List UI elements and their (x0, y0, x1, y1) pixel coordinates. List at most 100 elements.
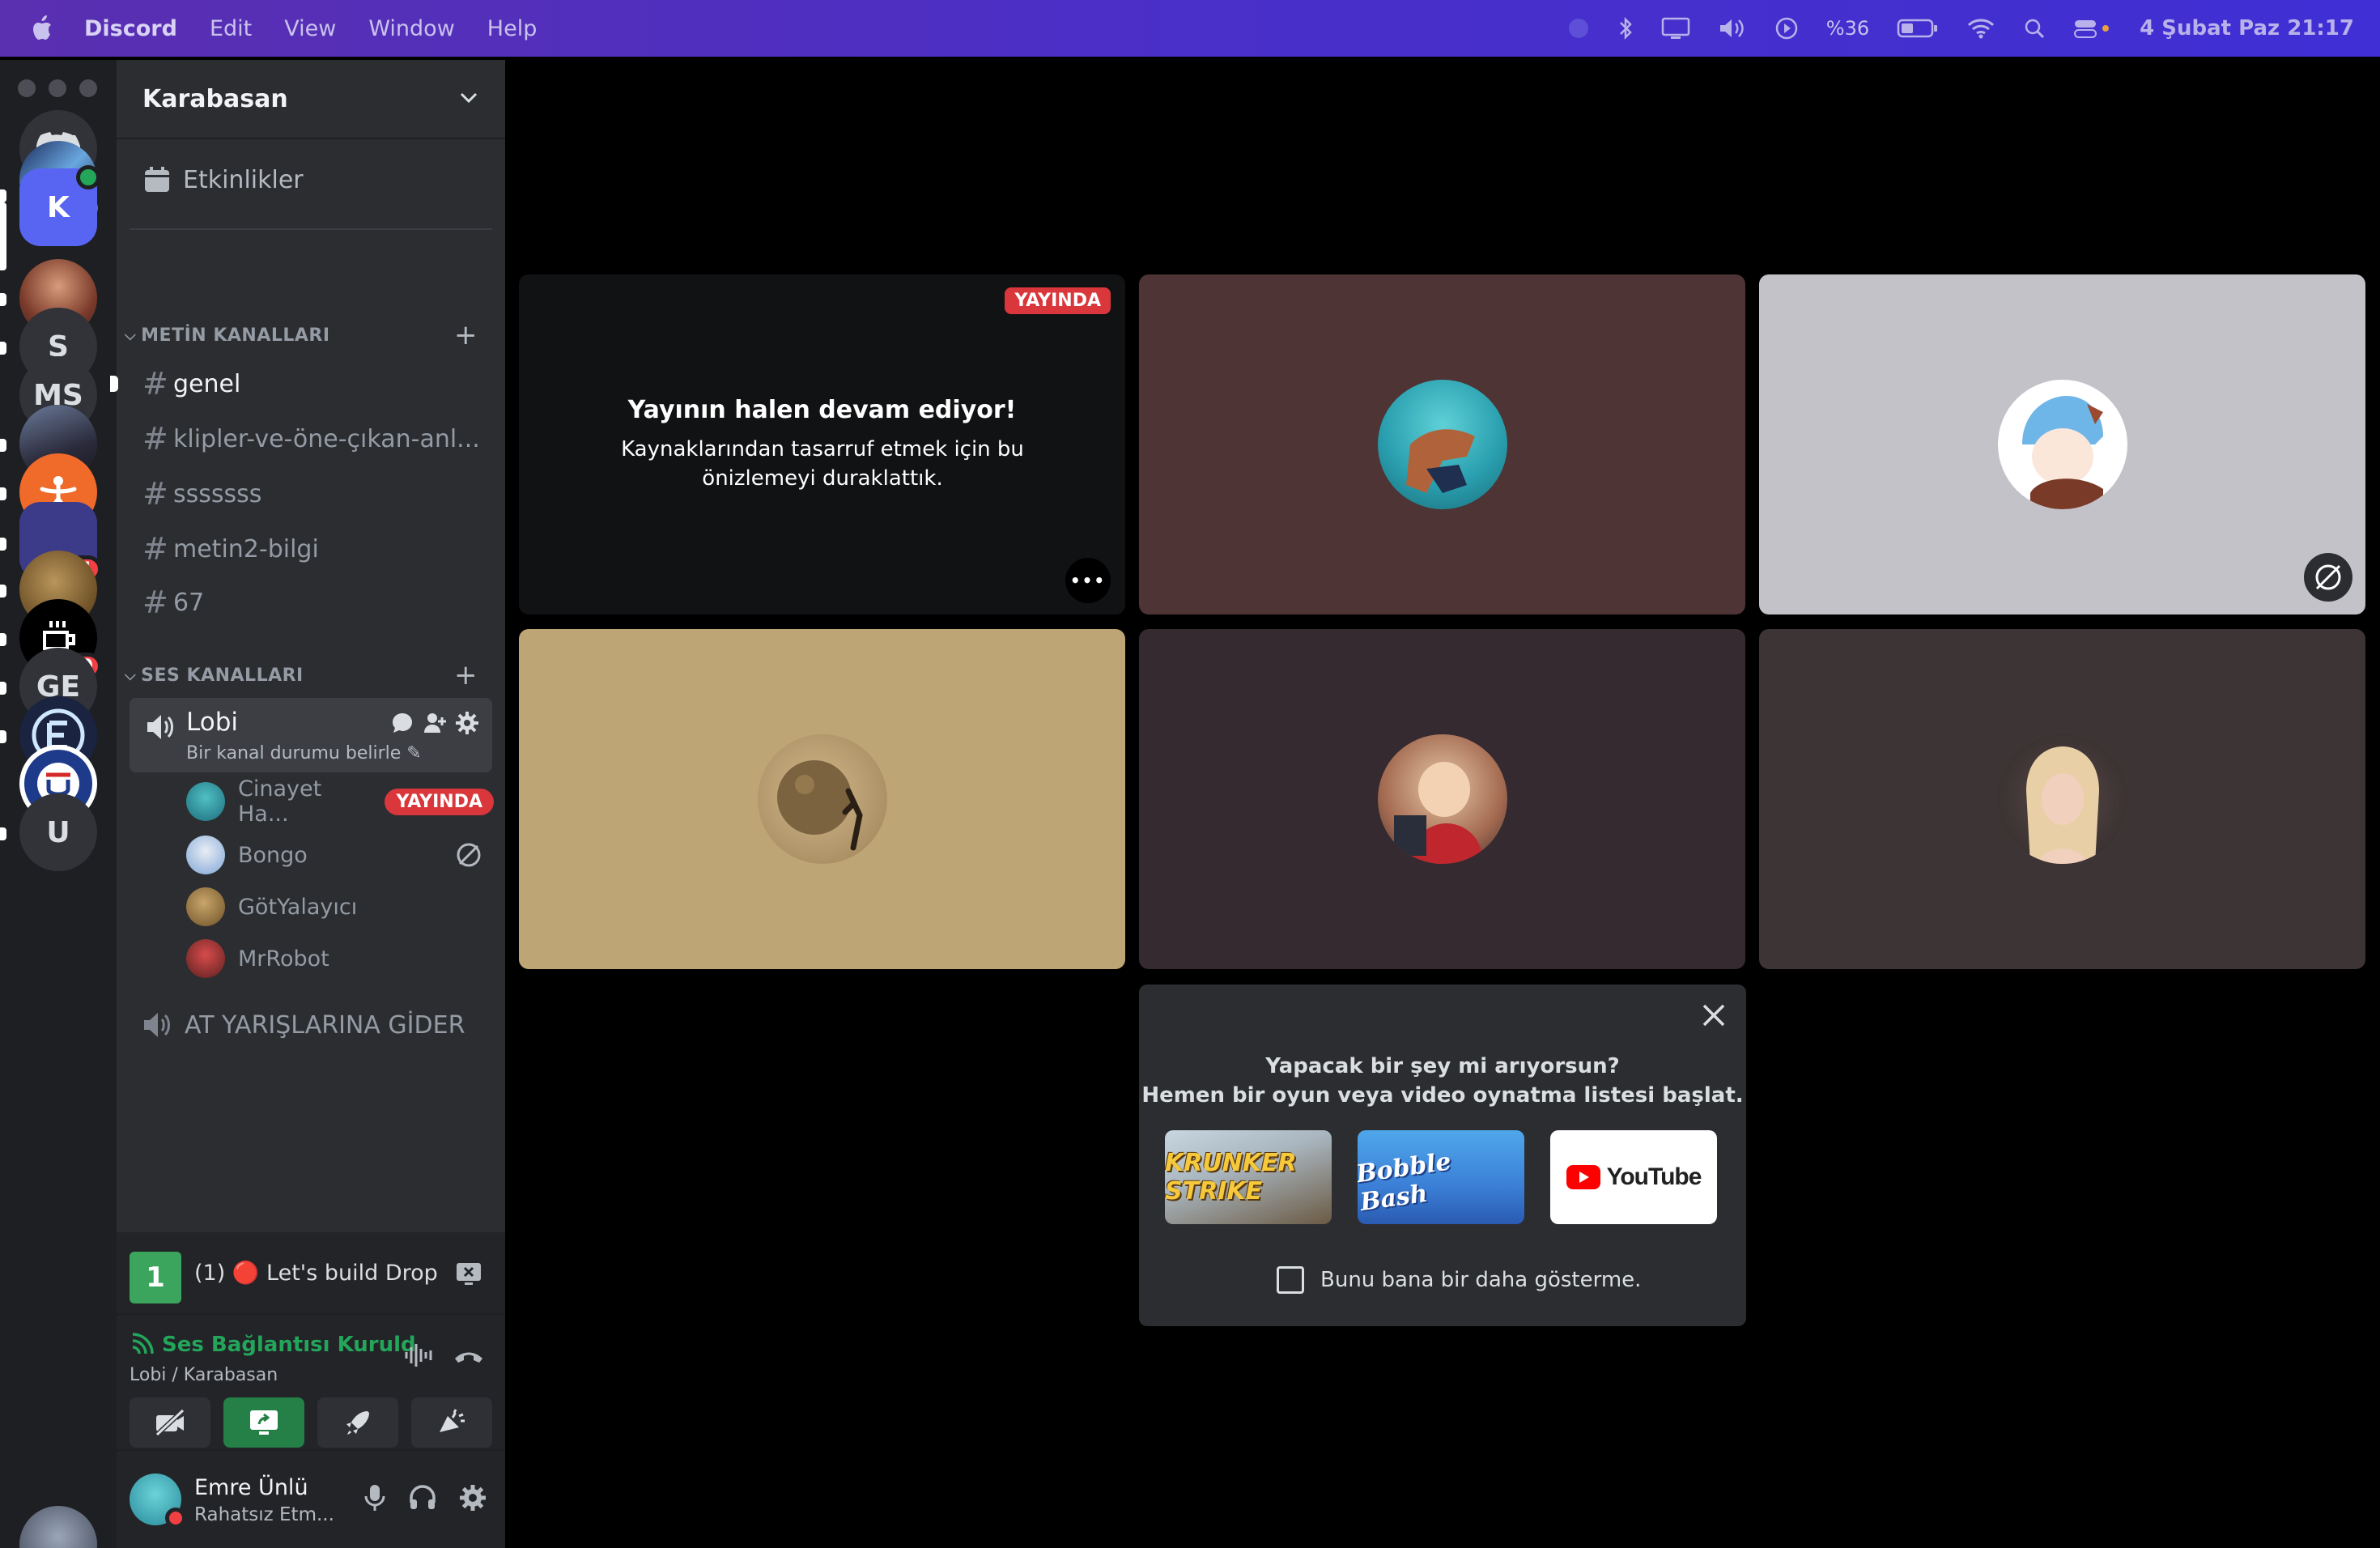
close-window-button[interactable] (18, 79, 36, 97)
chat-bubble-icon[interactable] (390, 711, 414, 735)
server-karabasan[interactable]: K (19, 165, 100, 246)
dnd-status-icon (165, 1508, 186, 1529)
more-options-button[interactable]: ••• (1065, 558, 1111, 603)
events-label: Etkinlikler (183, 165, 304, 194)
control-center-icon[interactable] (2073, 17, 2112, 40)
disconnect-icon[interactable] (453, 1341, 484, 1370)
participant-avatar (757, 734, 887, 864)
game-bobble-bash[interactable]: Bobble Bash (1358, 1130, 1524, 1224)
noise-suppression-icon[interactable] (403, 1341, 432, 1370)
stop-watching-icon[interactable] (455, 1260, 482, 1287)
menubar-clock[interactable]: 4 Şubat Paz 21:17 (2140, 16, 2354, 40)
server-unread-pill (0, 487, 6, 500)
avatar-figure-icon (1405, 429, 1475, 493)
events-link[interactable]: Etkinlikler (142, 165, 304, 194)
voice-channels-category[interactable]: ⌵ SES KANALLARI + (125, 659, 497, 691)
channel-genel[interactable]: # genel (130, 359, 492, 408)
dont-show-label: Bunu bana bir daha gösterme. (1320, 1268, 1642, 1292)
minimize-window-button[interactable] (49, 79, 66, 97)
record-icon[interactable] (1567, 17, 1590, 40)
user-settings-gear-icon[interactable] (458, 1483, 487, 1512)
channel-metin2-bilgi[interactable]: # metin2-bilgi (130, 525, 492, 573)
wifi-icon[interactable] (1966, 17, 1995, 40)
participant-tile[interactable] (1139, 629, 1745, 969)
invite-user-icon[interactable] (423, 711, 447, 735)
participant-avatar (1377, 734, 1507, 864)
connection-status[interactable]: Ses Bağlantısı Kuruld (130, 1333, 416, 1357)
server-rail: 1 13 K S MS 21 10 (0, 60, 117, 1548)
menu-help[interactable]: Help (487, 16, 538, 41)
guild-header[interactable]: Karabasan (117, 60, 505, 139)
close-icon[interactable] (1698, 999, 1730, 1031)
bluetooth-icon[interactable] (1617, 16, 1634, 40)
guild-name: Karabasan (142, 84, 288, 113)
channel-label: sssssss (173, 479, 262, 508)
participant-tile[interactable] (519, 629, 1125, 969)
hash-icon: # (142, 585, 168, 620)
voice-channel-lobi[interactable]: Lobi Bir kanal durumu belirle ✎ (130, 698, 492, 772)
user-name[interactable]: Emre Ünlü (194, 1475, 308, 1500)
participant-tile[interactable] (1759, 629, 2365, 969)
server-icon-partial[interactable] (19, 1506, 97, 1548)
create-voice-channel-icon[interactable]: + (454, 659, 478, 691)
voice-connection-panel: Ses Bağlantısı Kuruld Lobi / Karabasan (117, 1315, 505, 1451)
soundboard-button[interactable] (411, 1397, 492, 1448)
channel-klipler[interactable]: # klipler-ve-öne-çıkan-anl... (130, 415, 492, 463)
voice-user[interactable]: MrRobot (186, 936, 494, 981)
game-youtube[interactable]: YouTube (1550, 1130, 1717, 1224)
screen-share-button[interactable] (223, 1397, 304, 1448)
text-channels-category[interactable]: ⌵ METİN KANALLARI + (125, 319, 497, 351)
activity-bar: 1 (1) 🔴 Let's build Dropb... (117, 1232, 505, 1315)
camera-off-icon (2315, 564, 2341, 590)
avatar (186, 887, 225, 926)
battery-icon[interactable] (1897, 18, 1939, 39)
zoom-window-button[interactable] (79, 79, 97, 97)
channel-sssssss[interactable]: # sssssss (130, 470, 492, 518)
chevron-down-icon (460, 92, 478, 104)
voice-channel-name: Lobi (186, 708, 238, 737)
spotlight-search-icon[interactable] (2023, 17, 2046, 40)
dont-show-again-option[interactable]: Bunu bana bir daha gösterme. (1277, 1266, 1641, 1294)
calendar-icon (145, 167, 169, 192)
activity-icon[interactable]: 1 (130, 1252, 181, 1303)
menu-view[interactable]: View (284, 16, 336, 41)
voice-user[interactable]: Cinayet Ha... YAYINDA (186, 776, 494, 827)
activity-indicator-icon (76, 165, 100, 189)
app-name-menu[interactable]: Discord (84, 16, 177, 41)
channel-status-prompt[interactable]: Bir kanal durumu belirle ✎ (186, 743, 422, 763)
microphone-icon[interactable] (363, 1483, 387, 1512)
voice-channel-at-yarislari[interactable]: AT YARIŞLARINA GİDER (130, 1001, 492, 1049)
volume-icon[interactable] (1718, 16, 1747, 40)
participant-tile[interactable] (1139, 274, 1745, 615)
create-text-channel-icon[interactable]: + (454, 319, 478, 351)
popup-subheading: Hemen bir oyun veya video oynatma listes… (1141, 1083, 1744, 1108)
soundboard-icon (440, 1409, 465, 1432)
category-label: SES KANALLARI (141, 665, 304, 686)
menu-edit[interactable]: Edit (210, 16, 252, 41)
apple-icon[interactable] (29, 15, 53, 42)
now-playing-icon[interactable] (1774, 16, 1799, 40)
activity-icon-label: 1 (146, 1261, 165, 1294)
server-unread-pill (0, 189, 6, 202)
activity-title[interactable]: (1) 🔴 Let's build Dropb... (194, 1260, 437, 1286)
caret-down-icon: ⌵ (125, 666, 137, 684)
display-icon[interactable] (1661, 16, 1690, 40)
participant-tile[interactable] (1759, 274, 2365, 615)
game-krunker-strike[interactable]: KRUNKER STRIKE (1165, 1130, 1332, 1224)
channel-67[interactable]: # 67 (130, 578, 492, 627)
camera-toggle-button[interactable] (130, 1397, 210, 1448)
server-unread-pill (0, 538, 6, 551)
activities-button[interactable] (317, 1397, 398, 1448)
voice-user[interactable]: Bongo (186, 832, 494, 878)
connection-location[interactable]: Lobi / Karabasan (130, 1365, 278, 1385)
discord-window: 1 13 K S MS 21 10 (0, 60, 2380, 1548)
menu-window[interactable]: Window (368, 16, 454, 41)
sisyphus-boulder-icon (776, 760, 863, 851)
headphones-icon[interactable] (408, 1483, 437, 1512)
voice-user[interactable]: GötYalayıcı (186, 884, 494, 929)
rocket-icon (346, 1411, 369, 1435)
dont-show-checkbox[interactable] (1277, 1266, 1304, 1294)
gear-icon[interactable] (455, 711, 479, 735)
server-u[interactable]: U (19, 793, 97, 871)
stream-tile[interactable]: YAYINDA Yayının halen devam ediyor! Kayn… (519, 274, 1125, 615)
